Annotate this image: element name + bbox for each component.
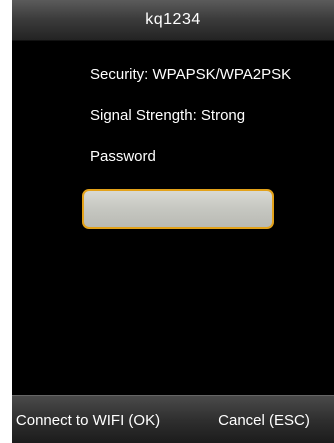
signal-strength-info: Signal Strength: Strong — [90, 107, 246, 124]
security-info: Security: WPAPSK/WPA2PSK — [90, 66, 292, 83]
connect-wifi-button[interactable]: Connect to WIFI (OK) — [12, 396, 178, 443]
network-name-title: kq1234 — [145, 11, 201, 28]
password-input[interactable] — [82, 189, 274, 229]
password-label: Password — [90, 148, 156, 165]
cancel-button[interactable]: Cancel (ESC) — [202, 396, 326, 443]
soft-key-bar: Connect to WIFI (OK) Cancel (ESC) — [12, 395, 334, 443]
device-screen: kq1234 Security: WPAPSK/WPA2PSK Signal S… — [12, 0, 334, 443]
title-bar: kq1234 — [12, 0, 334, 41]
